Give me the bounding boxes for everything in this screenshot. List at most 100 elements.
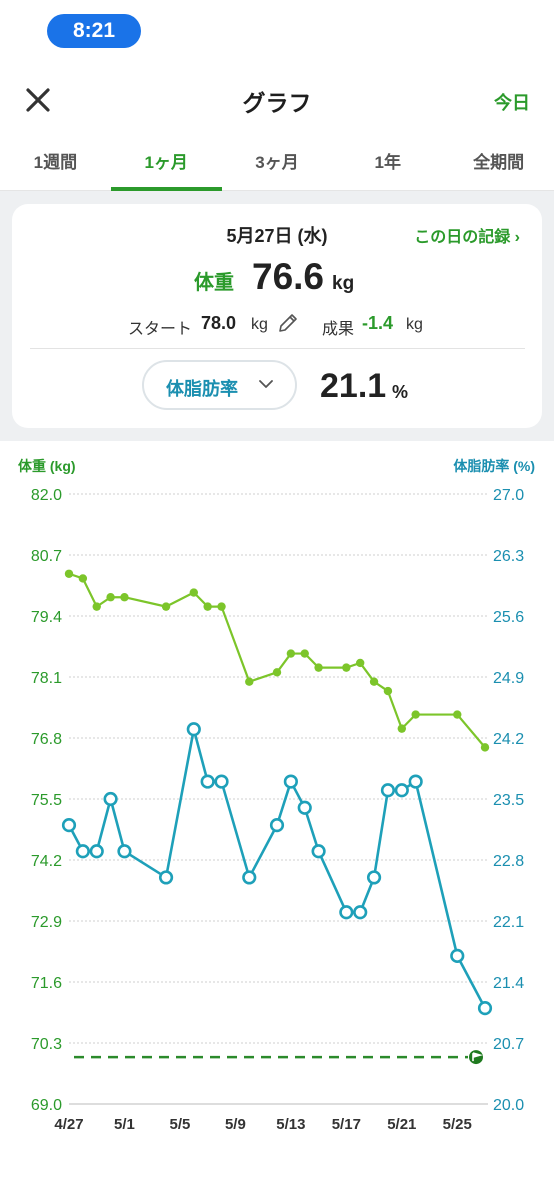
weight-point [356,658,365,668]
left-tick-label: 79.4 [31,609,62,626]
weight-point [397,724,406,733]
weight-point [272,668,282,677]
weight-point [314,663,323,672]
day-record-link[interactable]: この日の記録 › [414,223,520,247]
left-tick-label: 74.2 [31,853,62,870]
left-tick-label: 69.0 [31,1097,62,1114]
body-fat-point [117,844,132,859]
left-tick-label: 78.1 [31,670,62,687]
right-tick-label: 20.7 [493,1036,524,1053]
body-fat-point [450,948,465,963]
nav-bar: グラフ 今日 [0,72,554,126]
weight-point [383,686,393,696]
left-tick-label: 80.7 [31,548,62,565]
body-fat-point [297,800,312,815]
body-fat-point [214,774,229,789]
start-value: 78.0 [201,313,237,333]
x-tick-label: 5/9 [225,1116,246,1133]
left-tick-label: 76.8 [31,731,62,748]
weight-point [411,710,420,719]
weight-point [453,710,462,719]
weight-point [286,649,296,658]
body-fat-point [394,783,409,798]
weight-fat-chart: 体重 (kg) 体脂肪率 (%) 82.0 27.0 80.7 26.3 79.4 25.6 7… [18,458,535,1133]
x-tick-label: 5/5 [170,1116,191,1133]
right-tick-label: 24.2 [493,731,524,748]
body-fat-point [61,818,77,833]
divider [30,348,525,349]
right-tick-label: 26.3 [493,548,524,565]
left-axis-title: 体重 (kg) [18,458,76,474]
tab-1-year[interactable]: 1年 [332,136,443,190]
x-tick-label: 5/17 [332,1116,361,1133]
metric-selector[interactable]: 体脂肪率 [142,360,297,410]
body-fat-point [158,870,174,885]
weight-point [78,574,88,583]
x-tick-label: 5/25 [443,1116,472,1133]
period-tabs: 1週間 1ヶ月 3ヶ月 1年 全期間 [0,136,554,191]
page-title: グラフ [242,90,312,116]
body-fat-point [339,905,354,920]
tab-3-months[interactable]: 3ヶ月 [222,136,333,190]
target-flag-icon [469,1050,483,1065]
today-button[interactable]: 今日 [494,89,530,115]
body-fat-line [67,727,487,1009]
metric-selector-label: 体脂肪率 [166,379,238,399]
weight-line [68,572,486,749]
weight-point [106,593,115,602]
left-tick-label: 82.0 [31,487,62,504]
right-tick-label: 22.1 [493,914,524,931]
tab-1-week[interactable]: 1週間 [0,136,111,190]
body-fat-point [408,774,423,789]
weight-point [300,649,309,658]
right-tick-label: 27.0 [493,487,524,504]
body-fat-point [283,774,298,789]
body-fat-point [200,774,215,789]
x-tick-label: 5/1 [114,1116,135,1133]
result-label: 成果 [322,321,355,338]
tab-all-period[interactable]: 全期間 [443,136,554,190]
right-tick-label: 21.4 [493,975,524,992]
tab-1-month[interactable]: 1ヶ月 [110,136,222,191]
weight-point [369,677,379,686]
weight-label: 体重 [194,272,234,294]
start-unit: kg [251,316,268,333]
weight-point [92,602,101,611]
start-label: スタート [128,321,193,338]
weight-unit: kg [332,273,355,294]
body-fat-point [242,870,257,885]
body-fat-point [89,844,104,859]
body-fat-point [75,844,90,859]
body-fat-value: 21.1 [320,367,387,405]
weight-value: 76.6 [252,256,325,297]
body-fat-point [269,818,285,833]
body-fat-point [366,870,382,885]
right-tick-label: 24.9 [493,670,524,687]
edit-pencil-icon[interactable] [276,311,300,335]
weight-point [342,663,351,672]
weight-point [120,593,129,602]
x-tick-label: 4/27 [54,1116,83,1133]
body-fat-point [477,1001,493,1016]
body-fat-unit: % [392,382,409,402]
weight-point [161,602,171,611]
body-fat-point [353,905,368,920]
right-tick-label: 25.6 [493,609,524,626]
weight-point [203,602,212,611]
body-fat-point [380,783,396,798]
body-fat-point [311,844,326,859]
right-tick-label: 20.0 [493,1097,524,1114]
x-tick-label: 5/21 [387,1116,416,1133]
body-fat-point [186,722,201,737]
left-tick-label: 71.6 [31,975,62,992]
chevron-down-icon [259,380,273,388]
weight-point [217,602,226,611]
weight-point [245,677,254,686]
weight-point [189,588,198,597]
weight-point [480,743,490,752]
body-fat-point [103,791,118,807]
left-tick-label: 72.9 [31,914,62,931]
result-unit: kg [406,316,423,333]
right-axis-title: 体脂肪率 (%) [453,458,535,474]
right-tick-label: 23.5 [493,792,524,809]
